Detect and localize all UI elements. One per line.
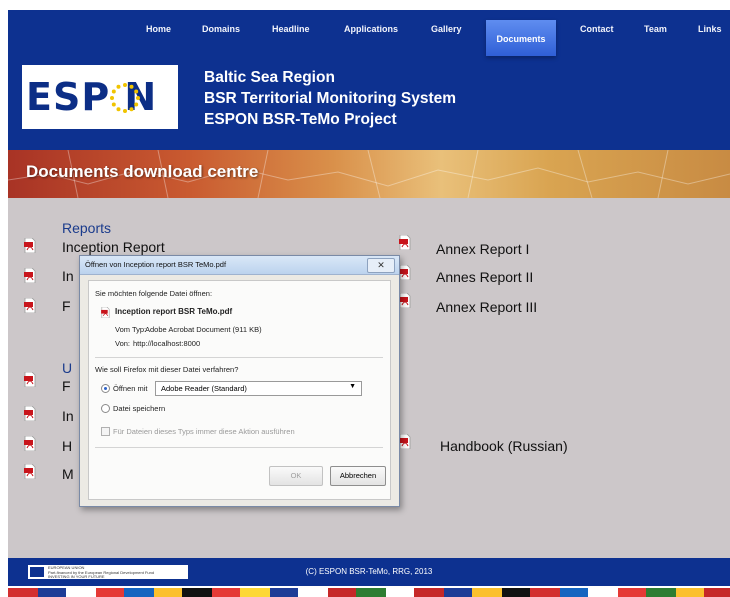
dialog-title: Öffnen von Inception report BSR TeMo.pdf — [85, 260, 227, 269]
site-footer: EUROPEAN UNION Part-financed by the Euro… — [8, 558, 730, 586]
nav-links[interactable]: Links — [698, 24, 722, 34]
site-header: Home Domains Headline Applications Galle… — [8, 10, 730, 150]
dialog-close-button[interactable]: ✕ — [367, 258, 395, 273]
always-do-checkbox[interactable] — [101, 427, 110, 436]
nav-gallery[interactable]: Gallery — [431, 24, 462, 34]
doc-link-second-3[interactable]: H — [62, 438, 72, 454]
second-section-title: U — [62, 360, 73, 376]
doc-link-inception[interactable]: Inception Report — [62, 239, 165, 255]
dialog-filename: Inception report BSR TeMo.pdf — [115, 307, 233, 316]
header-line-1: Baltic Sea Region — [204, 69, 335, 86]
pdf-file-icon — [101, 305, 110, 319]
nav-headline[interactable]: Headline — [272, 24, 310, 34]
nav-contact[interactable]: Contact — [580, 24, 614, 34]
dialog-from-value: http://localhost:8000 — [133, 339, 201, 348]
main-nav: Home Domains Headline Applications Galle… — [8, 10, 730, 56]
doc-link-left-2[interactable]: In — [62, 268, 74, 284]
pdf-icon[interactable] — [399, 292, 411, 309]
espon-logo[interactable]: ESP N — [22, 65, 178, 129]
chevron-down-icon: ▼ — [349, 383, 356, 390]
open-with-label[interactable]: Öffnen mit — [113, 384, 147, 393]
pdf-icon[interactable] — [24, 267, 36, 284]
pdf-icon[interactable] — [24, 435, 36, 452]
save-file-label[interactable]: Datei speichern — [113, 404, 165, 413]
doc-link-left-3[interactable]: F — [62, 298, 71, 314]
pdf-icon[interactable] — [24, 237, 36, 254]
dialog-titlebar[interactable]: Öffnen von Inception report BSR TeMo.pdf… — [80, 256, 399, 275]
doc-link-second-4[interactable]: M — [62, 466, 74, 482]
dialog-type-value: Adobe Acrobat Document (911 KB) — [145, 325, 262, 334]
doc-link-annex-1[interactable]: Annex Report I — [436, 241, 529, 257]
pdf-icon[interactable] — [24, 297, 36, 314]
doc-link-annex-3[interactable]: Annex Report III — [436, 299, 537, 315]
doc-link-second-1[interactable]: F — [62, 378, 71, 394]
pdf-icon[interactable] — [24, 405, 36, 422]
header-line-2: BSR Territorial Monitoring System — [204, 90, 457, 107]
page-title: Documents download centre — [26, 162, 259, 181]
nav-applications[interactable]: Applications — [344, 24, 398, 34]
footer-copyright: (C) ESPON BSR-TeMo, RRG, 2013 — [305, 567, 433, 576]
logo-stars-icon — [110, 83, 140, 113]
reports-section-title: Reports — [62, 220, 112, 236]
country-flags-strip — [8, 586, 730, 597]
nav-documents[interactable]: Documents — [486, 20, 556, 56]
nav-home[interactable]: Home — [146, 24, 171, 34]
save-file-radio[interactable] — [101, 404, 110, 413]
pdf-icon[interactable] — [24, 463, 36, 480]
open-with-radio[interactable] — [101, 384, 110, 393]
dialog-question: Wie soll Firefox mit dieser Datei verfah… — [95, 365, 239, 374]
nav-domains[interactable]: Domains — [202, 24, 240, 34]
dialog-separator — [95, 357, 383, 358]
nav-team[interactable]: Team — [644, 24, 667, 34]
doc-link-second-2[interactable]: In — [62, 408, 74, 424]
flags-strip-icon — [8, 588, 730, 597]
dialog-intro-text: Sie möchten folgende Datei öffnen: — [95, 289, 213, 298]
nav-documents-label: Documents — [496, 34, 546, 44]
application-select-value: Adobe Reader (Standard) — [161, 384, 247, 393]
page: Home Domains Headline Applications Galle… — [8, 10, 730, 597]
dialog-body: Sie möchten folgende Datei öffnen: Incep… — [88, 280, 391, 500]
ok-button[interactable]: OK — [269, 466, 323, 486]
pdf-icon[interactable] — [399, 264, 411, 281]
pdf-icon[interactable] — [24, 371, 36, 388]
always-do-label[interactable]: Für Dateien dieses Typs immer diese Akti… — [113, 427, 295, 436]
pdf-icon[interactable] — [399, 433, 411, 450]
header-line-3: ESPON BSR-TeMo Project — [204, 111, 397, 128]
dialog-separator — [95, 447, 383, 448]
page-banner: Documents download centre — [8, 150, 730, 198]
dialog-type-label: Vom Typ: — [115, 325, 147, 334]
application-select[interactable]: Adobe Reader (Standard) ▼ — [155, 381, 362, 396]
download-dialog: Öffnen von Inception report BSR TeMo.pdf… — [79, 255, 400, 507]
cancel-button[interactable]: Abbrechen — [330, 466, 386, 486]
doc-link-annex-2[interactable]: Annes Report II — [436, 269, 533, 285]
dialog-from-label: Von: — [115, 339, 131, 348]
pdf-icon[interactable] — [399, 234, 411, 251]
header-title-block: Baltic Sea Region BSR Territorial Monito… — [204, 67, 456, 130]
doc-link-handbook-russian[interactable]: Handbook (Russian) — [440, 438, 568, 454]
